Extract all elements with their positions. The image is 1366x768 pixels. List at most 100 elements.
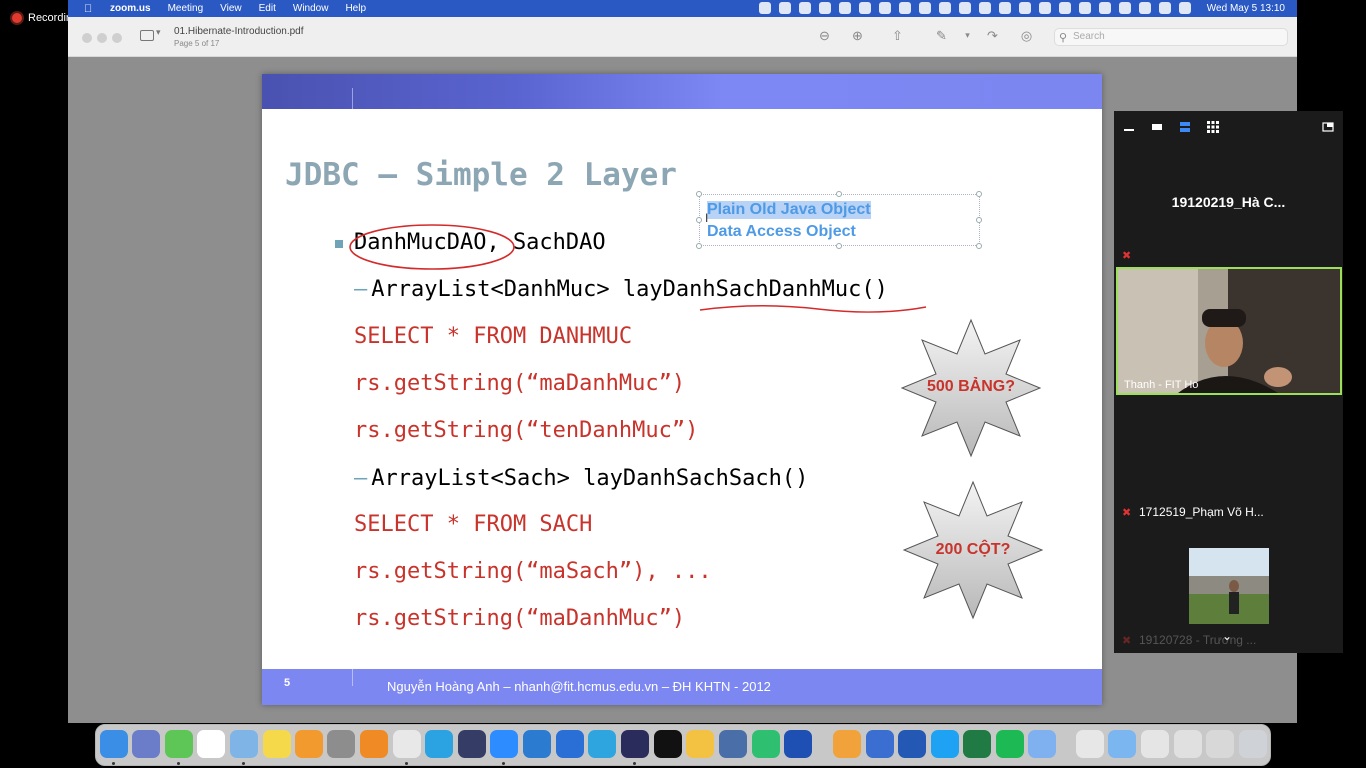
play-icon[interactable]: [1019, 2, 1031, 14]
skype-icon[interactable]: [425, 730, 453, 758]
slide-footer-text: Nguyễn Hoàng Anh – nhanh@fit.hcmus.edu.v…: [387, 679, 771, 694]
annotate-icon[interactable]: ◎: [1020, 29, 1033, 42]
quicktime-icon[interactable]: [719, 730, 747, 758]
books-icon[interactable]: [295, 730, 323, 758]
chevron-down-icon[interactable]: ▾: [961, 29, 974, 42]
wifi-icon[interactable]: [1119, 2, 1131, 14]
docker-icon[interactable]: [899, 2, 911, 14]
window-icon[interactable]: [819, 2, 831, 14]
resize-handle[interactable]: [696, 243, 702, 249]
sidebar-toggle-icon[interactable]: [140, 30, 154, 41]
chevron-down-icon[interactable]: ▾: [156, 27, 161, 38]
resize-handle[interactable]: [836, 243, 842, 249]
upload-cloud-icon[interactable]: [919, 2, 931, 14]
terminal-icon[interactable]: [654, 730, 682, 758]
menu-window[interactable]: Window: [293, 3, 329, 14]
folder-icon[interactable]: [1108, 730, 1136, 758]
dev-tool-icon[interactable]: [458, 730, 486, 758]
menu-app[interactable]: zoom.us: [110, 3, 151, 14]
finder-icon[interactable]: [100, 730, 128, 758]
telegram-icon[interactable]: [588, 730, 616, 758]
files-stack-icon[interactable]: [1206, 730, 1234, 758]
zalo-icon[interactable]: [931, 730, 959, 758]
spotlight-icon[interactable]: [1139, 2, 1151, 14]
chrome-icon[interactable]: [393, 730, 421, 758]
resize-handle[interactable]: [696, 191, 702, 197]
chevron-down-icon[interactable]: ⌄: [1222, 629, 1232, 643]
document-name: 01.Hibernate-Introduction.pdf: [174, 26, 304, 37]
search-input[interactable]: ⚲ Search: [1054, 28, 1288, 46]
document-stack-icon[interactable]: [1076, 730, 1104, 758]
apple-icon[interactable]: : [84, 3, 96, 15]
minimize-icon[interactable]: [1123, 121, 1135, 133]
menu-edit[interactable]: Edit: [259, 3, 276, 14]
zoom-status-icon[interactable]: [759, 2, 771, 14]
menu-meeting[interactable]: Meeting: [168, 3, 204, 14]
zoom-app-icon[interactable]: [490, 730, 518, 758]
minimize-window-button[interactable]: [97, 33, 107, 43]
annotation-line-dao[interactable]: Data Access Object: [707, 223, 856, 241]
menu-view[interactable]: View: [220, 3, 242, 14]
video-tile-active[interactable]: Thanh - FIT Ho: [1116, 267, 1342, 395]
vscode-icon[interactable]: [523, 730, 551, 758]
resize-handle[interactable]: [976, 243, 982, 249]
flag-icon[interactable]: [1179, 2, 1191, 14]
markup-pen-icon[interactable]: ✎: [935, 29, 948, 42]
hammer-icon[interactable]: [686, 730, 714, 758]
system-preferences-icon[interactable]: [327, 730, 355, 758]
screenshot-stack-icon[interactable]: [1141, 730, 1169, 758]
creative-cloud-icon[interactable]: [779, 2, 791, 14]
control-center-icon[interactable]: [1159, 2, 1171, 14]
zoom-in-icon[interactable]: ⊕: [851, 29, 864, 42]
clock-icon[interactable]: [999, 2, 1011, 14]
maps-pin-icon[interactable]: [556, 730, 584, 758]
menubar-clock[interactable]: Wed May 5 13:10: [1207, 3, 1285, 14]
pycharm-icon[interactable]: [752, 730, 780, 758]
resize-handle[interactable]: [696, 217, 702, 223]
share-icon[interactable]: ⇧: [891, 29, 904, 42]
calendar-24-icon[interactable]: [833, 730, 861, 758]
menu-help[interactable]: Help: [345, 3, 366, 14]
participant-avatar: [1189, 548, 1269, 624]
transmit-icon[interactable]: [866, 730, 894, 758]
battery-icon[interactable]: [1099, 2, 1111, 14]
calendar-icon[interactable]: [197, 730, 225, 758]
rotate-icon[interactable]: ↷: [986, 29, 999, 42]
trash-icon[interactable]: [1239, 730, 1267, 758]
gallery-view-icon[interactable]: [1207, 121, 1219, 133]
eclipse-icon[interactable]: [621, 730, 649, 758]
zoom-out-icon[interactable]: ⊖: [818, 29, 831, 42]
preview-app-icon[interactable]: [230, 730, 258, 758]
circles-app-icon[interactable]: [1028, 730, 1056, 758]
keyboard-icon[interactable]: [1059, 2, 1071, 14]
notes-icon[interactable]: [263, 730, 291, 758]
participant-name-2[interactable]: 1712519_Phạm Võ H...: [1139, 505, 1264, 519]
annotation-line-pojo[interactable]: Plain Old Java Object: [707, 201, 871, 219]
launchpad-icon[interactable]: [132, 730, 160, 758]
resize-handle[interactable]: [976, 191, 982, 197]
participant-name-3[interactable]: 19120728 - Trương ...: [1139, 633, 1256, 647]
bluetooth-icon[interactable]: [1079, 2, 1091, 14]
cloud-icon[interactable]: [879, 2, 891, 14]
volume-icon[interactable]: [1039, 2, 1051, 14]
sync-icon[interactable]: [959, 2, 971, 14]
resize-handle[interactable]: [836, 191, 842, 197]
exit-panel-icon[interactable]: [1322, 121, 1334, 133]
vpn-icon[interactable]: [979, 2, 991, 14]
downloads-stack-icon[interactable]: [1174, 730, 1202, 758]
xcode-icon[interactable]: [784, 730, 812, 758]
resize-handle[interactable]: [976, 217, 982, 223]
messages-icon[interactable]: [165, 730, 193, 758]
close-window-button[interactable]: [82, 33, 92, 43]
strip-view-icon[interactable]: [1179, 121, 1191, 133]
excel-icon[interactable]: [963, 730, 991, 758]
dropbox-icon[interactable]: [859, 2, 871, 14]
zoom-window-button[interactable]: [112, 33, 122, 43]
single-view-icon[interactable]: [1151, 121, 1163, 133]
warning-icon[interactable]: [939, 2, 951, 14]
word-icon[interactable]: [898, 730, 926, 758]
alert-icon[interactable]: [839, 2, 851, 14]
github-icon[interactable]: [799, 2, 811, 14]
sublime-text-icon[interactable]: [360, 730, 388, 758]
spotify-icon[interactable]: [996, 730, 1024, 758]
